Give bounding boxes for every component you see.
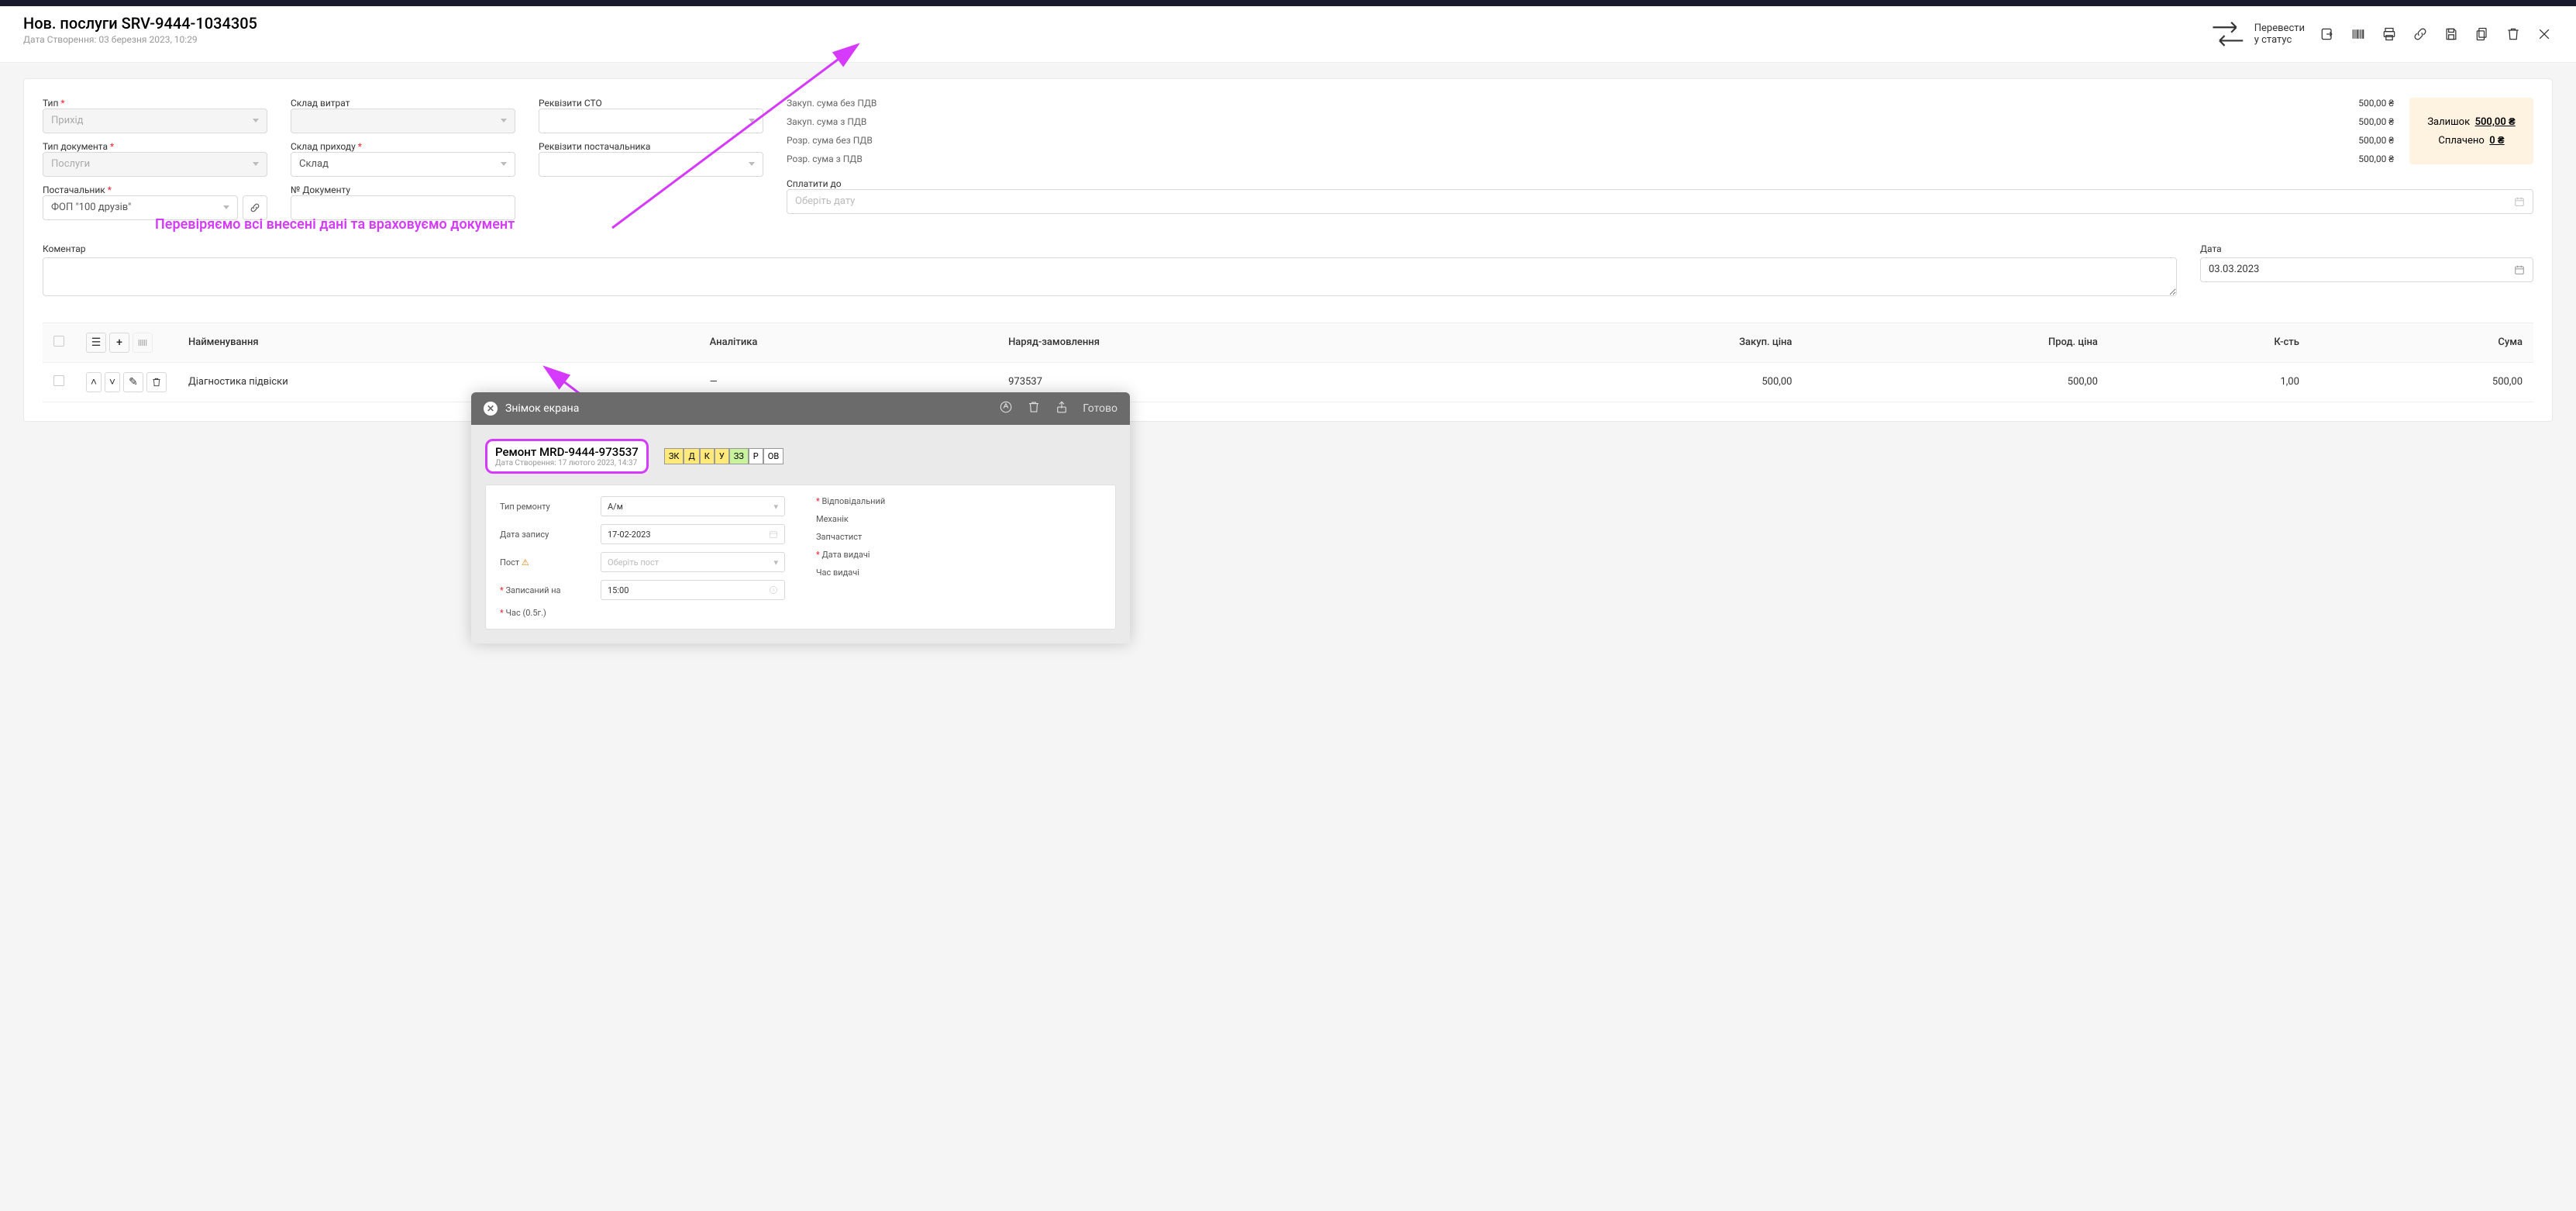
comment-textarea[interactable]: [43, 257, 2177, 296]
page-date: Дата Створення: 03 березня 2023, 10:29: [23, 34, 257, 45]
page-title: Нов. послуги SRV-9444-1034305: [23, 14, 257, 33]
sto-select[interactable]: [539, 109, 763, 133]
th-order: Наряд-замовлення: [997, 323, 1483, 362]
chip[interactable]: ЗЗ: [729, 448, 749, 464]
chip[interactable]: ОВ: [763, 448, 783, 464]
select-all-checkbox[interactable]: [53, 336, 64, 347]
chip[interactable]: ЗК: [664, 448, 684, 464]
doc-type-select[interactable]: Послуги: [43, 152, 267, 177]
overlay-highlighted-title: Ремонт MRD-9444-973537 Дата Створення: 1…: [485, 439, 649, 474]
comment-label: Коментар: [43, 243, 2177, 254]
copy-icon[interactable]: [2474, 26, 2491, 43]
th-sale: Прод. ціна: [1803, 323, 2108, 362]
th-name: Найменування: [177, 323, 699, 362]
chip[interactable]: Д: [684, 448, 699, 464]
row-checkbox[interactable]: [53, 375, 64, 386]
supplier-req-label: Реквізити постачальника: [539, 141, 763, 152]
repair-type-select[interactable]: А/м▾: [601, 496, 785, 516]
chip[interactable]: У: [715, 448, 729, 464]
screenshot-overlay: ✕ Знімок екрана Готово Ремонт MRD-9444-9…: [471, 392, 1130, 643]
move-up-button[interactable]: ˄: [86, 372, 102, 392]
export-icon[interactable]: [2319, 26, 2336, 43]
expense-stock-label: Склад витрат: [291, 98, 515, 109]
print-icon[interactable]: [2381, 26, 2398, 43]
type-label: Тип: [43, 98, 267, 109]
th-analytics: Аналітика: [699, 323, 997, 362]
th-qty: К-сть: [2109, 323, 2310, 362]
overlay-title-label: Знімок екрана: [505, 402, 579, 415]
th-sum: Сума: [2310, 323, 2533, 362]
save-icon[interactable]: [2443, 26, 2460, 43]
page-header: Нов. послуги SRV-9444-1034305 Дата Створ…: [0, 6, 2576, 63]
menu-icon[interactable]: ☰: [86, 333, 106, 353]
annotation-text: Перевіряємо всі внесені дані та враховує…: [155, 216, 515, 233]
th-purchase: Закуп. ціна: [1483, 323, 1803, 362]
overlay-close-icon[interactable]: ✕: [484, 402, 498, 416]
pay-until-input[interactable]: Оберіть дату: [787, 189, 2533, 214]
barcode-row-icon: [133, 333, 153, 353]
balance-box: Залишок 500,00 ₴ Сплачено 0 ₴: [2409, 98, 2533, 164]
close-icon[interactable]: [2536, 26, 2553, 43]
post-select[interactable]: Оберіть пост▾: [601, 552, 785, 572]
pay-until-label: Сплатити до: [787, 178, 2533, 189]
status-chips: ЗК Д К У ЗЗ Р ОВ: [664, 448, 783, 464]
annotate-icon[interactable]: [999, 400, 1013, 417]
sto-label: Реквізити СТО: [539, 98, 763, 109]
doc-type-label: Тип документа: [43, 141, 267, 152]
move-down-button[interactable]: ˅: [105, 372, 120, 392]
share-icon[interactable]: [1055, 400, 1069, 417]
warning-icon: ⚠: [522, 557, 529, 568]
barcode-icon[interactable]: [2350, 26, 2367, 43]
done-button[interactable]: Готово: [1083, 402, 1118, 415]
expense-stock-select[interactable]: [291, 109, 515, 133]
date-label: Дата: [2200, 243, 2533, 254]
type-select[interactable]: Прихід: [43, 109, 267, 133]
items-table: ☰ + Найменування Аналітика Наряд-замовле…: [43, 323, 2533, 402]
chip[interactable]: Р: [749, 448, 763, 464]
table-row: ˄ ˅ ✎ Діагностика підвіски — 973537 500,…: [43, 362, 2533, 402]
date-input[interactable]: 03.03.2023: [2200, 257, 2533, 282]
scheduled-input[interactable]: 15:00: [601, 580, 785, 600]
delete-row-button[interactable]: [146, 372, 167, 392]
add-row-button[interactable]: +: [109, 333, 129, 353]
main-card: Тип Прихід Тип документа Послуги Постача…: [23, 78, 2553, 422]
change-status-button[interactable]: Перевести у статус: [2208, 14, 2305, 54]
delete-icon[interactable]: [2505, 26, 2522, 43]
chip[interactable]: К: [700, 448, 715, 464]
supplier-req-select[interactable]: [539, 152, 763, 177]
docnum-label: № Документу: [291, 185, 515, 195]
supplier-label: Постачальник: [43, 185, 267, 195]
income-stock-label: Склад приходу: [291, 141, 515, 152]
summary-rows: Закуп. сума без ПДВ500,00 ₴ Закуп. сума …: [787, 98, 2394, 164]
edit-row-button[interactable]: ✎: [123, 372, 143, 392]
record-date-input[interactable]: 17-02-2023: [601, 524, 785, 544]
income-stock-select[interactable]: Склад: [291, 152, 515, 177]
overlay-delete-icon[interactable]: [1027, 400, 1041, 417]
link-icon[interactable]: [2412, 26, 2429, 43]
